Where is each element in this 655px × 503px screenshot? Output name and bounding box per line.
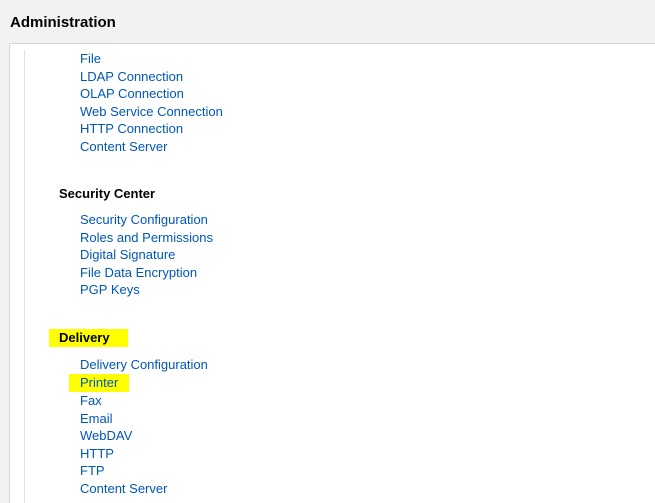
content-inner-panel: File LDAP Connection OLAP Connection Web… — [24, 50, 655, 503]
admin-header: Administration — [0, 0, 655, 43]
nav-item-file-data-encryption: File Data Encryption — [79, 264, 655, 282]
nav-item-pgp-keys: PGP Keys — [79, 281, 655, 299]
link-ldap-connection[interactable]: LDAP Connection — [79, 68, 184, 86]
nav-item-fax: Fax — [79, 392, 655, 410]
link-security-configuration[interactable]: Security Configuration — [79, 211, 209, 229]
nav-item-http: HTTP — [79, 445, 655, 463]
section-delivery: Delivery Delivery Configuration Printer … — [57, 329, 655, 497]
link-olap-connection[interactable]: OLAP Connection — [79, 85, 185, 103]
nav-item-http-connection: HTTP Connection — [79, 120, 655, 138]
nav-partial-list: File LDAP Connection OLAP Connection Web… — [57, 50, 655, 155]
link-roles-permissions[interactable]: Roles and Permissions — [79, 229, 214, 247]
section-security-center: Security Center Security Configuration R… — [57, 185, 655, 299]
link-delivery-configuration[interactable]: Delivery Configuration — [79, 356, 209, 374]
nav-item-ftp: FTP — [79, 462, 655, 480]
heading-delivery: Delivery — [57, 329, 112, 346]
link-printer-highlight: Printer — [69, 374, 129, 393]
link-file[interactable]: File — [79, 50, 102, 68]
nav-item-delivery-configuration: Delivery Configuration — [79, 356, 655, 374]
link-web-service-connection[interactable]: Web Service Connection — [79, 103, 224, 121]
nav-list-delivery: Delivery Configuration Printer Fax Email… — [57, 356, 655, 497]
nav-list-security: Security Configuration Roles and Permiss… — [57, 211, 655, 299]
nav-item-olap-connection: OLAP Connection — [79, 85, 655, 103]
nav-item-printer: Printer — [79, 374, 655, 393]
link-digital-signature[interactable]: Digital Signature — [79, 246, 176, 264]
nav-item-content-server: Content Server — [79, 480, 655, 498]
link-content-server-conn[interactable]: Content Server — [79, 138, 168, 156]
link-file-data-encryption[interactable]: File Data Encryption — [79, 264, 198, 282]
link-ftp[interactable]: FTP — [79, 462, 106, 480]
heading-delivery-highlight: Delivery — [49, 329, 128, 347]
heading-security-center: Security Center — [57, 185, 157, 202]
nav-item-content-server-conn: Content Server — [79, 138, 655, 156]
nav-item-file: File — [79, 50, 655, 68]
nav-item-web-service-connection: Web Service Connection — [79, 103, 655, 121]
nav-item-ldap-connection: LDAP Connection — [79, 68, 655, 86]
link-fax[interactable]: Fax — [79, 392, 103, 410]
page-title: Administration — [10, 14, 645, 31]
nav-item-security-configuration: Security Configuration — [79, 211, 655, 229]
content-outer-panel: File LDAP Connection OLAP Connection Web… — [9, 43, 655, 503]
link-http[interactable]: HTTP — [79, 445, 115, 463]
link-email[interactable]: Email — [79, 410, 114, 428]
link-http-connection[interactable]: HTTP Connection — [79, 120, 184, 138]
link-printer[interactable]: Printer — [79, 374, 119, 392]
nav-item-roles-permissions: Roles and Permissions — [79, 229, 655, 247]
nav-item-webdav: WebDAV — [79, 427, 655, 445]
link-pgp-keys[interactable]: PGP Keys — [79, 281, 141, 299]
link-content-server[interactable]: Content Server — [79, 480, 168, 498]
nav-item-digital-signature: Digital Signature — [79, 246, 655, 264]
link-webdav[interactable]: WebDAV — [79, 427, 133, 445]
nav-item-email: Email — [79, 410, 655, 428]
